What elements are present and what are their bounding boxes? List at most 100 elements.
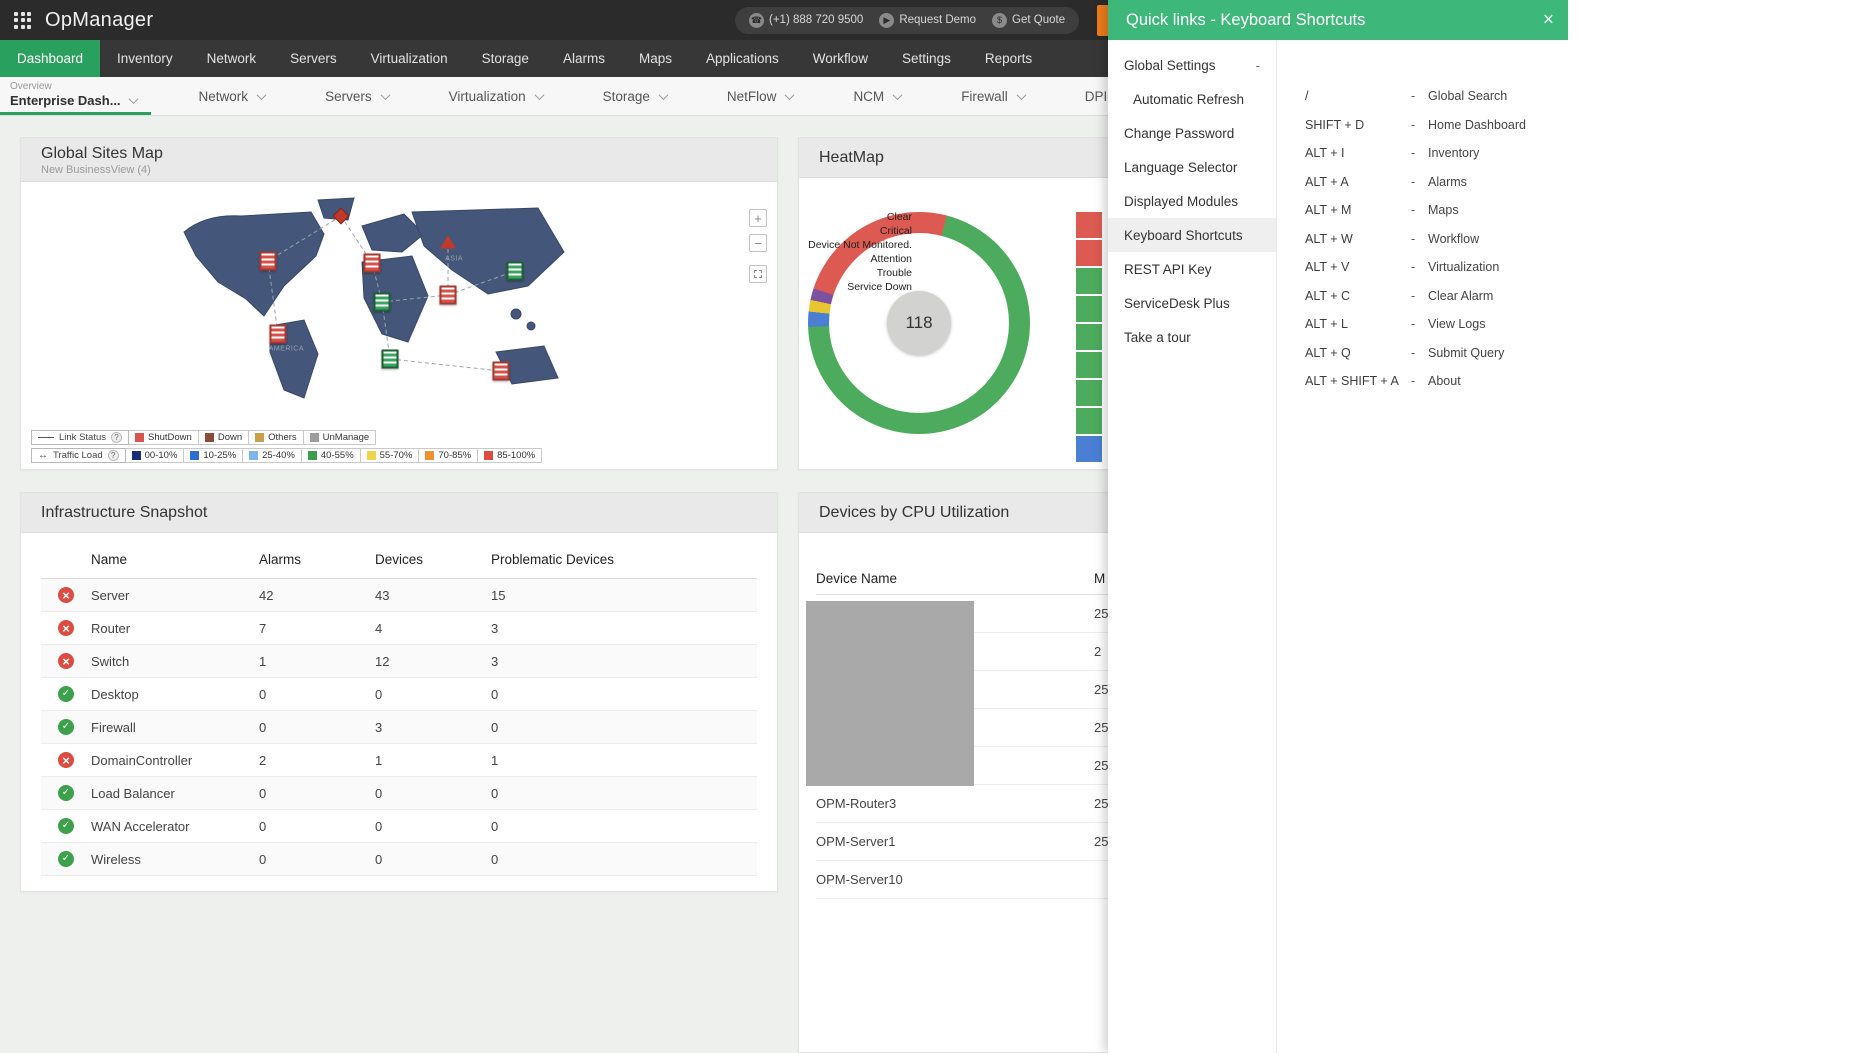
nav-item[interactable]: Maps — [622, 40, 689, 77]
device-marker-icon[interactable] — [259, 251, 277, 271]
nav-item[interactable]: Servers — [273, 40, 354, 77]
subnav-item[interactable]: Servers — [295, 77, 419, 115]
heatmap-cell[interactable] — [1076, 240, 1102, 266]
nav-item[interactable]: Workflow — [796, 40, 885, 77]
subnav-item[interactable]: NCM — [823, 77, 931, 115]
device-category-link[interactable]: Desktop — [91, 687, 259, 702]
apps-grid-icon[interactable] — [14, 11, 31, 29]
table-row[interactable]: DomainController 2 1 1 — [41, 744, 757, 777]
heatmap-cell[interactable] — [1076, 380, 1102, 406]
device-category-link[interactable]: DomainController — [91, 753, 259, 768]
device-marker-icon[interactable] — [269, 324, 287, 344]
problematic-count: 15 — [491, 587, 506, 603]
device-name-link[interactable]: OPM-Server1 — [816, 834, 1094, 849]
problematic-count: 0 — [491, 851, 499, 867]
device-category-link[interactable]: Switch — [91, 654, 259, 669]
heatmap-total-badge: 118 — [887, 291, 951, 355]
device-category-link[interactable]: Wireless — [91, 852, 259, 867]
quicklinks-menu-item[interactable]: Change Password — [1108, 116, 1276, 150]
nav-item-label: Applications — [705, 51, 779, 66]
legend-item: 25-40% — [243, 448, 302, 463]
device-marker-icon[interactable] — [439, 285, 457, 305]
heatmap-cell[interactable] — [1076, 436, 1102, 462]
help-icon[interactable]: ? — [111, 432, 122, 443]
subnav-overview-tab[interactable]: Overview Enterprise Dash... — [0, 77, 151, 115]
nav-item[interactable]: Reports — [968, 40, 1049, 77]
traffic-load-items: 00-10% 10-25% 25-40% 40-55% 55-70% 70-85… — [125, 448, 543, 463]
quicklinks-menu-item[interactable]: Keyboard Shortcuts — [1108, 218, 1276, 252]
col-name: Name — [91, 552, 128, 567]
nav-item[interactable]: Network — [190, 40, 274, 77]
help-icon[interactable]: ? — [107, 450, 119, 461]
quicklinks-menu-item[interactable]: REST API Key — [1108, 252, 1276, 286]
nav-item[interactable]: Inventory — [100, 40, 190, 77]
device-category-link[interactable]: Load Balancer — [91, 786, 259, 801]
infrastructure-snapshot-panel: Infrastructure Snapshot Name Alarms Devi… — [20, 492, 778, 892]
heatmap-cell[interactable] — [1076, 408, 1102, 434]
fullscreen-button[interactable] — [749, 265, 767, 283]
subnav-item[interactable]: Firewall — [931, 77, 1055, 115]
phone-number: (+1) 888 720 9500 — [769, 14, 864, 26]
table-row[interactable]: Switch 1 12 3 — [41, 645, 757, 678]
get-quote-link[interactable]: $ Get Quote — [992, 12, 1065, 28]
zoom-in-button[interactable]: + — [749, 209, 767, 227]
fullscreen-icon — [754, 270, 762, 278]
quicklinks-menu-item[interactable]: Displayed Modules — [1108, 184, 1276, 218]
device-category-link[interactable]: Server — [91, 588, 259, 603]
col-devices: Devices — [375, 552, 424, 567]
device-marker-icon[interactable] — [373, 292, 391, 312]
traffic-load-legend-head: ↔ Traffic Load ? — [31, 448, 126, 463]
quicklinks-menu-item[interactable]: Automatic Refresh — [1108, 82, 1276, 116]
table-row[interactable]: Firewall 0 3 0 — [41, 711, 757, 744]
device-marker-icon[interactable] — [363, 253, 381, 273]
device-category-link[interactable]: Firewall — [91, 720, 259, 735]
problematic-count: 0 — [491, 719, 499, 735]
table-row[interactable]: Load Balancer 0 0 0 — [41, 777, 757, 810]
quicklinks-menu-item[interactable]: Take a tour — [1108, 320, 1276, 354]
device-name-link[interactable]: OPM-Server10 — [816, 872, 1094, 887]
nav-item[interactable]: Virtualization — [354, 40, 465, 77]
device-marker-icon[interactable] — [492, 361, 510, 381]
device-name-link[interactable]: OPM-Router3 — [816, 796, 1094, 811]
device-category-link[interactable]: WAN Accelerator — [91, 819, 259, 834]
quicklinks-menu-item[interactable]: Global Settings - — [1108, 48, 1276, 82]
world-map[interactable]: ASIA AMERICA — [166, 194, 596, 444]
heatmap-cell[interactable] — [1076, 352, 1102, 378]
quicklinks-menu-item[interactable]: Language Selector — [1108, 150, 1276, 184]
table-row[interactable]: Server 42 43 15 — [41, 579, 757, 612]
table-row[interactable]: Router 7 4 3 — [41, 612, 757, 645]
shortcut-action: Home Dashboard — [1428, 117, 1526, 132]
device-marker-icon[interactable] — [440, 235, 457, 249]
subnav-item[interactable]: Virtualization — [419, 77, 573, 115]
table-row[interactable]: WAN Accelerator 0 0 0 — [41, 810, 757, 843]
close-icon[interactable]: × — [1543, 11, 1554, 30]
device-category-link[interactable]: Router — [91, 621, 259, 636]
panel-header: Global Sites Map New BusinessView (4) — [21, 138, 777, 182]
subnav-item[interactable]: Storage — [573, 77, 697, 115]
heatmap-cell[interactable] — [1076, 212, 1102, 238]
nav-item[interactable]: Settings — [885, 40, 968, 77]
nav-item[interactable]: Storage — [465, 40, 546, 77]
zoom-out-button[interactable]: − — [749, 234, 767, 252]
heatmap-cell[interactable] — [1076, 324, 1102, 350]
contact-pill: ☎ (+1) 888 720 9500 ▶ Request Demo $ Get… — [735, 6, 1080, 34]
quicklinks-menu-item[interactable]: ServiceDesk Plus — [1108, 286, 1276, 320]
heatmap-cell[interactable] — [1076, 296, 1102, 322]
table-row[interactable]: Wireless 0 0 0 — [41, 843, 757, 876]
device-marker-icon[interactable] — [381, 349, 399, 369]
subnav-item[interactable]: Network — [169, 77, 296, 115]
device-marker-icon[interactable] — [506, 261, 524, 281]
request-demo-link[interactable]: ▶ Request Demo — [879, 12, 976, 28]
legend-swatch — [366, 451, 376, 460]
shortcut-keys: ALT + W — [1305, 231, 1353, 246]
phone-link[interactable]: ☎ (+1) 888 720 9500 — [749, 12, 864, 28]
table-row[interactable]: Desktop 0 0 0 — [41, 678, 757, 711]
subnav-item[interactable]: NetFlow — [697, 77, 824, 115]
nav-item[interactable]: Dashboard — [0, 40, 101, 77]
nav-item[interactable]: Alarms — [546, 40, 622, 77]
shortcut-separator: - — [1411, 288, 1416, 303]
legend-label: 70-85% — [438, 450, 472, 461]
legend-item: 85-100% — [478, 448, 543, 463]
nav-item[interactable]: Applications — [689, 40, 796, 77]
heatmap-cell[interactable] — [1076, 268, 1102, 294]
